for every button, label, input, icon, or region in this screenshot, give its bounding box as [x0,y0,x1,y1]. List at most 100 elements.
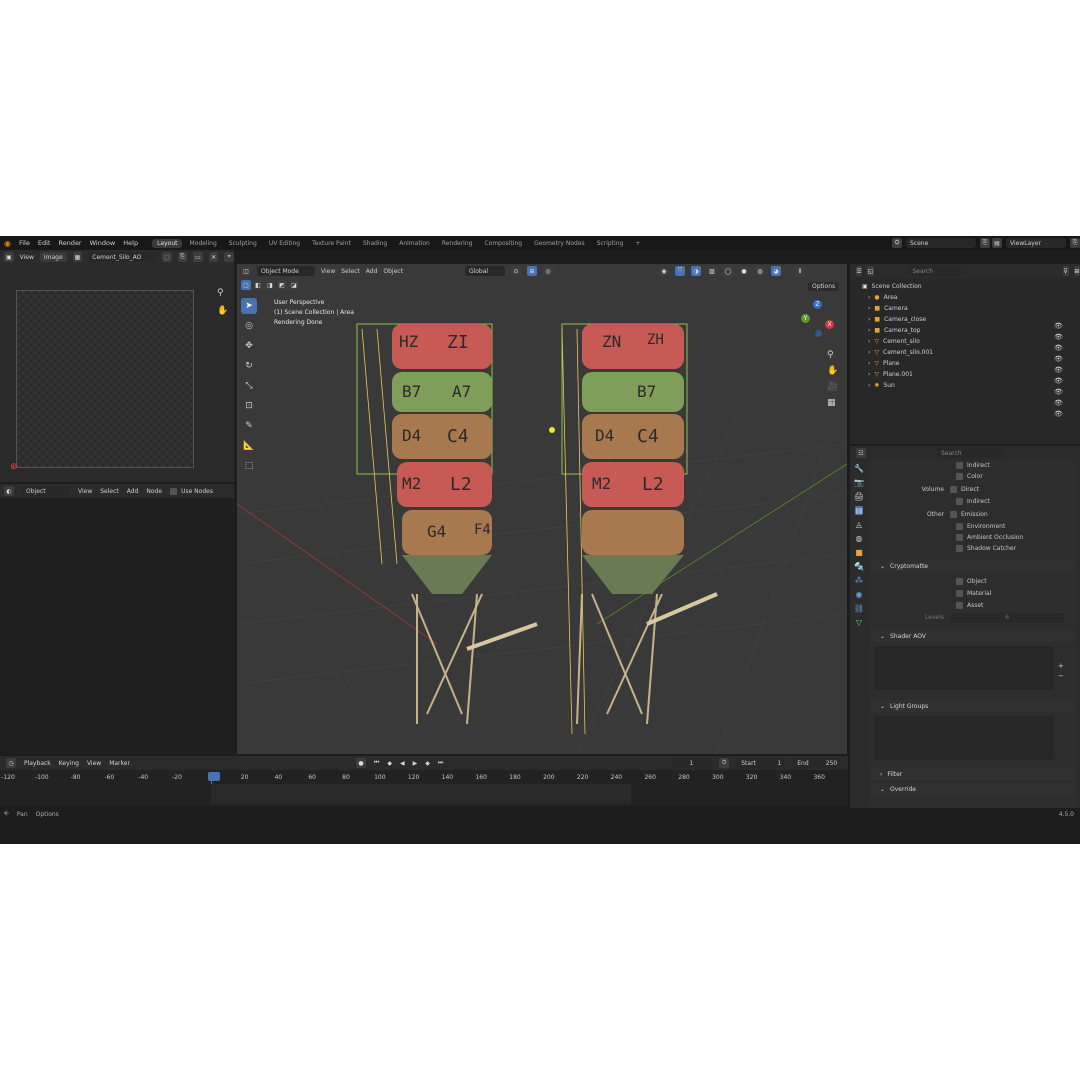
pin-icon[interactable]: ⌖ [224,252,235,262]
timeline-view-menu[interactable]: View [87,760,101,767]
filter-icon[interactable]: ⊽ [1062,266,1069,276]
outliner-item-cement-silo[interactable]: › ▽ Cement_silo [862,336,1080,347]
scale-tool-icon[interactable]: ⤡ [241,378,257,394]
menu-edit[interactable]: Edit [38,239,51,247]
display-mode-icon[interactable]: ◱ [867,266,874,276]
add-workspace-button[interactable]: + [630,239,645,248]
zoom-view-icon[interactable]: ⚲ [827,350,838,360]
pass-environment[interactable]: Environment [870,521,1076,532]
pass-indirect-1[interactable]: Indirect [870,460,1076,471]
menu-window[interactable]: Window [90,239,116,247]
playhead-marker[interactable] [208,772,220,781]
outliner-item-plane[interactable]: › ▽ Plane [862,358,1080,369]
node-add-menu[interactable]: Add [127,488,139,495]
checkbox[interactable] [956,545,963,552]
gizmo-toggle-icon[interactable]: ⤧ [674,266,685,276]
measure-tool-icon[interactable]: 📐 [241,438,257,454]
use-nodes-checkbox[interactable] [170,487,178,495]
outliner-search-field[interactable]: Search [908,266,962,276]
current-frame-field[interactable]: 1 [671,758,712,768]
gizmo-z-axis[interactable]: Z [813,300,822,309]
checkbox[interactable] [956,577,963,585]
data-tab-icon[interactable]: ▽ [856,618,862,627]
shader-aov-list[interactable] [874,646,1054,690]
jump-start-icon[interactable]: ⏮ [374,759,379,767]
menu-render[interactable]: Render [58,239,81,247]
expand-icon[interactable]: › [868,349,870,356]
start-frame-field[interactable]: Start 1 [737,758,786,768]
image-name-field[interactable]: Cement_Silo_AO [88,252,156,262]
blender-logo-icon[interactable]: ◉ [4,239,11,248]
world-tab-icon[interactable]: ◍ [856,534,863,543]
gizmo-x-axis[interactable]: X [825,320,834,329]
tab-shading[interactable]: Shading [358,239,392,248]
checkbox[interactable] [950,485,957,493]
use-nodes-toggle[interactable]: Use Nodes [170,487,213,495]
expand-icon[interactable]: › [868,382,870,389]
node-node-menu[interactable]: Node [146,488,162,495]
physics-tab-icon[interactable]: ◉ [856,590,863,599]
viewlayer-icon[interactable]: ▤ [992,238,1002,248]
image-menu[interactable]: Image [39,252,67,262]
particles-tab-icon[interactable]: ⁂ [855,576,863,585]
select-tool-icon[interactable]: ➤ [241,298,257,314]
scene-collection-item[interactable]: ▣ Scene Collection [862,281,1080,292]
expand-icon[interactable]: › [868,338,870,345]
frame-ruler[interactable]: -120-100-80-60-40-2012040608010012014016… [0,772,848,784]
overlay-toggle-icon[interactable]: ◑ [690,266,701,276]
tab-scripting[interactable]: Scripting [592,239,629,248]
object-mode-dropdown[interactable]: Object Mode [257,266,315,276]
menu-help[interactable]: Help [123,239,138,247]
visibility-eye-icon[interactable]: 👁 [1054,388,1063,397]
output-tab-icon[interactable]: 🖨 [854,492,864,501]
editor-type-icon[interactable]: ▣ [4,252,14,262]
visibility-icon[interactable]: ◉ [658,266,669,276]
hand-pan-icon[interactable]: ✋ [217,306,228,316]
visibility-eye-icon[interactable]: 👁 [1054,366,1063,375]
viewport-select-menu[interactable]: Select [341,268,360,275]
pass-volume-direct[interactable]: Volume Direct [870,482,1076,496]
shading-rendered-icon[interactable]: ◕ [770,266,781,276]
navigation-gizmo[interactable]: Z Y X [799,300,839,340]
select-invert-icon[interactable]: ◩ [277,280,287,290]
shader-aov-panel-header[interactable]: ⌄ Shader AOV [870,630,1076,642]
outliner-item-sun[interactable]: › ✹ Sun [862,380,1080,391]
tab-compositing[interactable]: Compositing [479,239,527,248]
outliner-item-cement-silo-001[interactable]: › ▽ Cement_silo.001 [862,347,1080,358]
viewport-view-menu[interactable]: View [321,268,335,275]
outliner-item-camera-close[interactable]: › ■ Camera_close [862,314,1080,325]
playback-menu[interactable]: Playback [24,760,51,767]
zoom-icon[interactable]: ⚲ [217,288,224,298]
viewlayer-field[interactable]: ViewLayer [1006,238,1066,248]
checkbox[interactable] [956,589,963,597]
node-select-menu[interactable]: Select [100,488,119,495]
checkbox[interactable] [956,534,963,541]
menu-file[interactable]: File [19,239,30,247]
light-groups-panel-header[interactable]: ⌄ Light Groups [870,700,1076,712]
viewport-object-menu[interactable]: Object [383,268,403,275]
expand-icon[interactable]: › [868,316,870,323]
checkbox[interactable] [956,523,963,530]
expand-icon[interactable]: › [868,305,870,312]
shading-wireframe-icon[interactable]: ◯ [722,266,733,276]
checkbox[interactable] [956,498,963,505]
new-scene-icon[interactable]: ⎘ [980,238,990,248]
cursor-tool-icon[interactable]: ◎ [241,318,257,334]
viewport-options-button[interactable]: Options [808,282,840,291]
gizmo-neg-z[interactable] [815,330,822,337]
annotate-tool-icon[interactable]: ✎ [241,418,257,434]
levels-field[interactable]: 6 [950,612,1064,623]
timeline-type-icon[interactable]: ◷ [6,758,16,768]
checkbox[interactable] [956,601,963,609]
checkbox[interactable] [956,462,963,469]
pivot-icon[interactable]: ⊙ [510,266,521,276]
unlink-image-icon[interactable]: ✕ [208,252,219,262]
select-subtract-icon[interactable]: ◨ [265,280,275,290]
shading-material-icon[interactable]: ◍ [754,266,765,276]
select-intersect-icon[interactable]: ◪ [289,280,299,290]
tab-sculpting[interactable]: Sculpting [224,239,262,248]
crypto-asset[interactable]: Asset [870,599,1076,611]
image-canvas[interactable] [16,290,194,468]
object-tab-icon[interactable]: ■ [855,548,863,557]
end-frame-field[interactable]: End 250 [793,758,842,768]
